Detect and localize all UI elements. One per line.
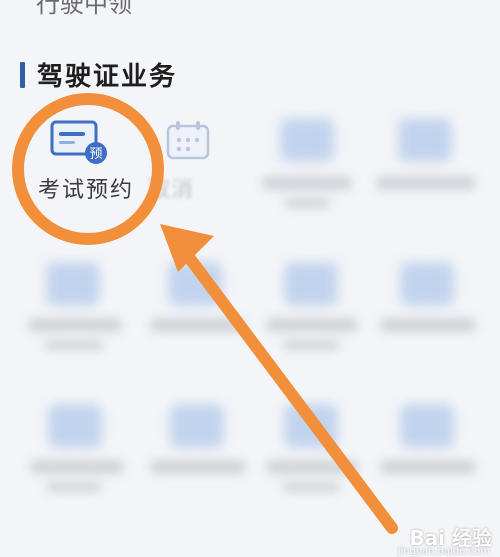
blurred-service-label — [262, 176, 352, 190]
blurred-service-label — [266, 460, 358, 474]
blurred-service-icon — [398, 118, 452, 162]
blurred-service-label-2 — [46, 482, 102, 492]
highlight-circle — [12, 93, 164, 245]
blurred-service-label — [28, 318, 122, 332]
section-title: 驾驶证业务 — [20, 56, 177, 93]
blurred-service-icon — [280, 118, 334, 162]
section-title-label: 驾驶证业务 — [37, 62, 178, 92]
blurred-service-icon — [284, 404, 338, 448]
blurred-service-icon — [400, 404, 454, 448]
blurred-service-label-2 — [284, 198, 330, 208]
top-partial-text: 行驶中领 — [36, 0, 132, 18]
blurred-service-icon — [46, 262, 100, 306]
blurred-service-label — [376, 176, 476, 190]
blurred-service-label — [30, 460, 124, 474]
baidu-watermark-url: jingyan.baidu.com — [397, 546, 490, 557]
calendar-icon — [166, 121, 210, 160]
blurred-service-label — [380, 318, 476, 332]
blurred-service-label-2 — [44, 340, 104, 350]
blurred-service-icon — [48, 404, 102, 448]
blurred-service-icon — [170, 404, 224, 448]
blurred-service-label — [380, 460, 476, 474]
blurred-service-label-2 — [282, 482, 340, 492]
blurred-service-label — [150, 318, 244, 332]
blurred-service-label — [150, 460, 246, 474]
blurred-service-label — [266, 318, 358, 332]
blurred-service-icon — [168, 262, 222, 306]
blurred-service-label-2 — [282, 340, 340, 350]
section-accent-bar — [20, 61, 25, 88]
blurred-service-icon — [400, 262, 454, 306]
blurred-service-icon — [284, 262, 338, 306]
